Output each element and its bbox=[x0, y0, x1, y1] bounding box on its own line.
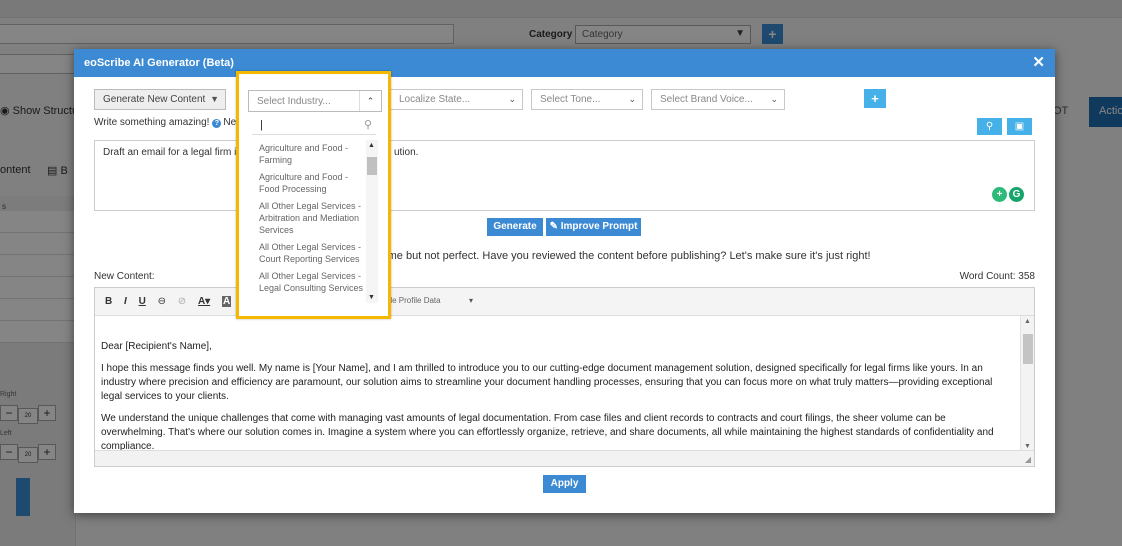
chevron-down-icon: ⌄ bbox=[770, 94, 778, 104]
bold-button[interactable]: B bbox=[105, 296, 112, 307]
industry-select[interactable]: Select Industry... ⌃ bbox=[248, 90, 382, 112]
search-icon: ⚲ bbox=[985, 121, 994, 132]
add-option-button[interactable]: + bbox=[864, 89, 886, 108]
resize-handle-icon[interactable]: ◢ bbox=[1025, 455, 1031, 464]
modal-title: eoScribe AI Generator (Beta) bbox=[84, 57, 234, 69]
apply-button[interactable]: Apply bbox=[543, 475, 586, 493]
review-notice: some but not perfect. Have you reviewed … bbox=[376, 250, 871, 262]
industry-option[interactable]: All Other Legal Services - Legal Consult… bbox=[253, 268, 365, 297]
scroll-up-icon[interactable]: ▲ bbox=[1024, 318, 1031, 325]
scroll-thumb[interactable] bbox=[1023, 334, 1033, 364]
text-caret: | bbox=[260, 119, 263, 131]
editor-paragraph: We understand the unique challenges that… bbox=[101, 413, 994, 452]
close-icon[interactable]: ✕ bbox=[1032, 53, 1045, 71]
modal-header: eoScribe AI Generator (Beta) ✕ bbox=[74, 49, 1055, 77]
industry-dropdown: Select Industry... ⌃ | ⚲ Agriculture and… bbox=[236, 71, 391, 319]
save-button[interactable]: ▣ bbox=[1007, 118, 1032, 135]
localize-state-select[interactable]: Localize State... ⌄ bbox=[390, 89, 523, 110]
tone-placeholder: Select Tone... bbox=[540, 94, 601, 105]
word-count: Word Count: 358 bbox=[959, 271, 1035, 282]
industry-option[interactable]: Agriculture and Food - Farming bbox=[253, 140, 365, 169]
save-icon: ▣ bbox=[1014, 121, 1025, 132]
unlink-icon[interactable]: ⊘ bbox=[178, 296, 186, 307]
add-idea-icon[interactable]: + bbox=[992, 187, 1007, 202]
industry-search-input[interactable]: | ⚲ bbox=[252, 117, 376, 135]
editor-scrollbar[interactable]: ▲ ▼ bbox=[1020, 316, 1034, 452]
magic-wand-icon: ✎ bbox=[549, 221, 561, 232]
scroll-down-icon[interactable]: ▼ bbox=[368, 294, 375, 301]
improve-prompt-button[interactable]: ✎ Improve Prompt bbox=[546, 218, 641, 236]
grammarly-icon[interactable]: G bbox=[1009, 187, 1024, 202]
editor-body[interactable]: Dear [Recipient's Name], I hope this mes… bbox=[95, 316, 1017, 452]
scroll-down-icon[interactable]: ▼ bbox=[1024, 443, 1031, 450]
help-icon: ? bbox=[212, 119, 222, 128]
background-color-button[interactable]: A bbox=[221, 296, 232, 307]
chevron-down-icon: ▼ bbox=[210, 94, 219, 104]
content-type-value: Generate New Content bbox=[103, 94, 206, 105]
editor-paragraph: I hope this message finds you well. My n… bbox=[101, 363, 993, 402]
localize-placeholder: Localize State... bbox=[399, 94, 471, 105]
chevron-down-icon: ⌄ bbox=[628, 94, 636, 104]
grammarly-icons: + G bbox=[990, 187, 1024, 202]
scroll-up-icon[interactable]: ▲ bbox=[368, 142, 375, 149]
new-content-label: New Content: bbox=[94, 271, 155, 282]
chevron-down-icon: ⌄ bbox=[508, 94, 516, 104]
editor-statusbar: ◢ bbox=[95, 450, 1034, 466]
italic-button[interactable]: I bbox=[124, 296, 127, 307]
search-button[interactable]: ⚲ bbox=[977, 118, 1002, 135]
industry-option[interactable]: Agriculture and Food - Food Processing bbox=[253, 169, 365, 198]
chevron-down-icon: ▾ bbox=[469, 296, 474, 305]
tone-select[interactable]: Select Tone... ⌄ bbox=[531, 89, 643, 110]
prompt-text-end: ution. bbox=[393, 147, 419, 158]
brand-voice-select[interactable]: Select Brand Voice... ⌄ bbox=[651, 89, 785, 110]
industry-options-list: Agriculture and Food - Farming Agricultu… bbox=[253, 140, 365, 307]
ai-generator-modal: eoScribe AI Generator (Beta) ✕ Generate … bbox=[74, 49, 1055, 513]
content-type-select[interactable]: Generate New Content ▼ bbox=[94, 89, 226, 110]
chevron-up-icon: ⌃ bbox=[359, 91, 381, 111]
industry-placeholder: Select Industry... bbox=[257, 96, 331, 107]
industry-scrollbar[interactable]: ▲ ▼ bbox=[366, 140, 378, 303]
editor-paragraph: Dear [Recipient's Name], bbox=[101, 341, 212, 352]
industry-option[interactable]: All Other Legal Services - Arbitration a… bbox=[253, 198, 365, 239]
link-icon[interactable]: ⊖ bbox=[158, 296, 166, 307]
underline-button[interactable]: U bbox=[139, 296, 146, 307]
industry-option[interactable]: All Other Legal Services - Court Reporti… bbox=[253, 239, 365, 268]
scroll-thumb[interactable] bbox=[367, 157, 377, 175]
search-icon: ⚲ bbox=[363, 119, 372, 131]
text-color-button[interactable]: A▾ bbox=[198, 296, 210, 307]
generate-button[interactable]: Generate bbox=[487, 218, 543, 236]
brand-voice-placeholder: Select Brand Voice... bbox=[660, 94, 753, 105]
